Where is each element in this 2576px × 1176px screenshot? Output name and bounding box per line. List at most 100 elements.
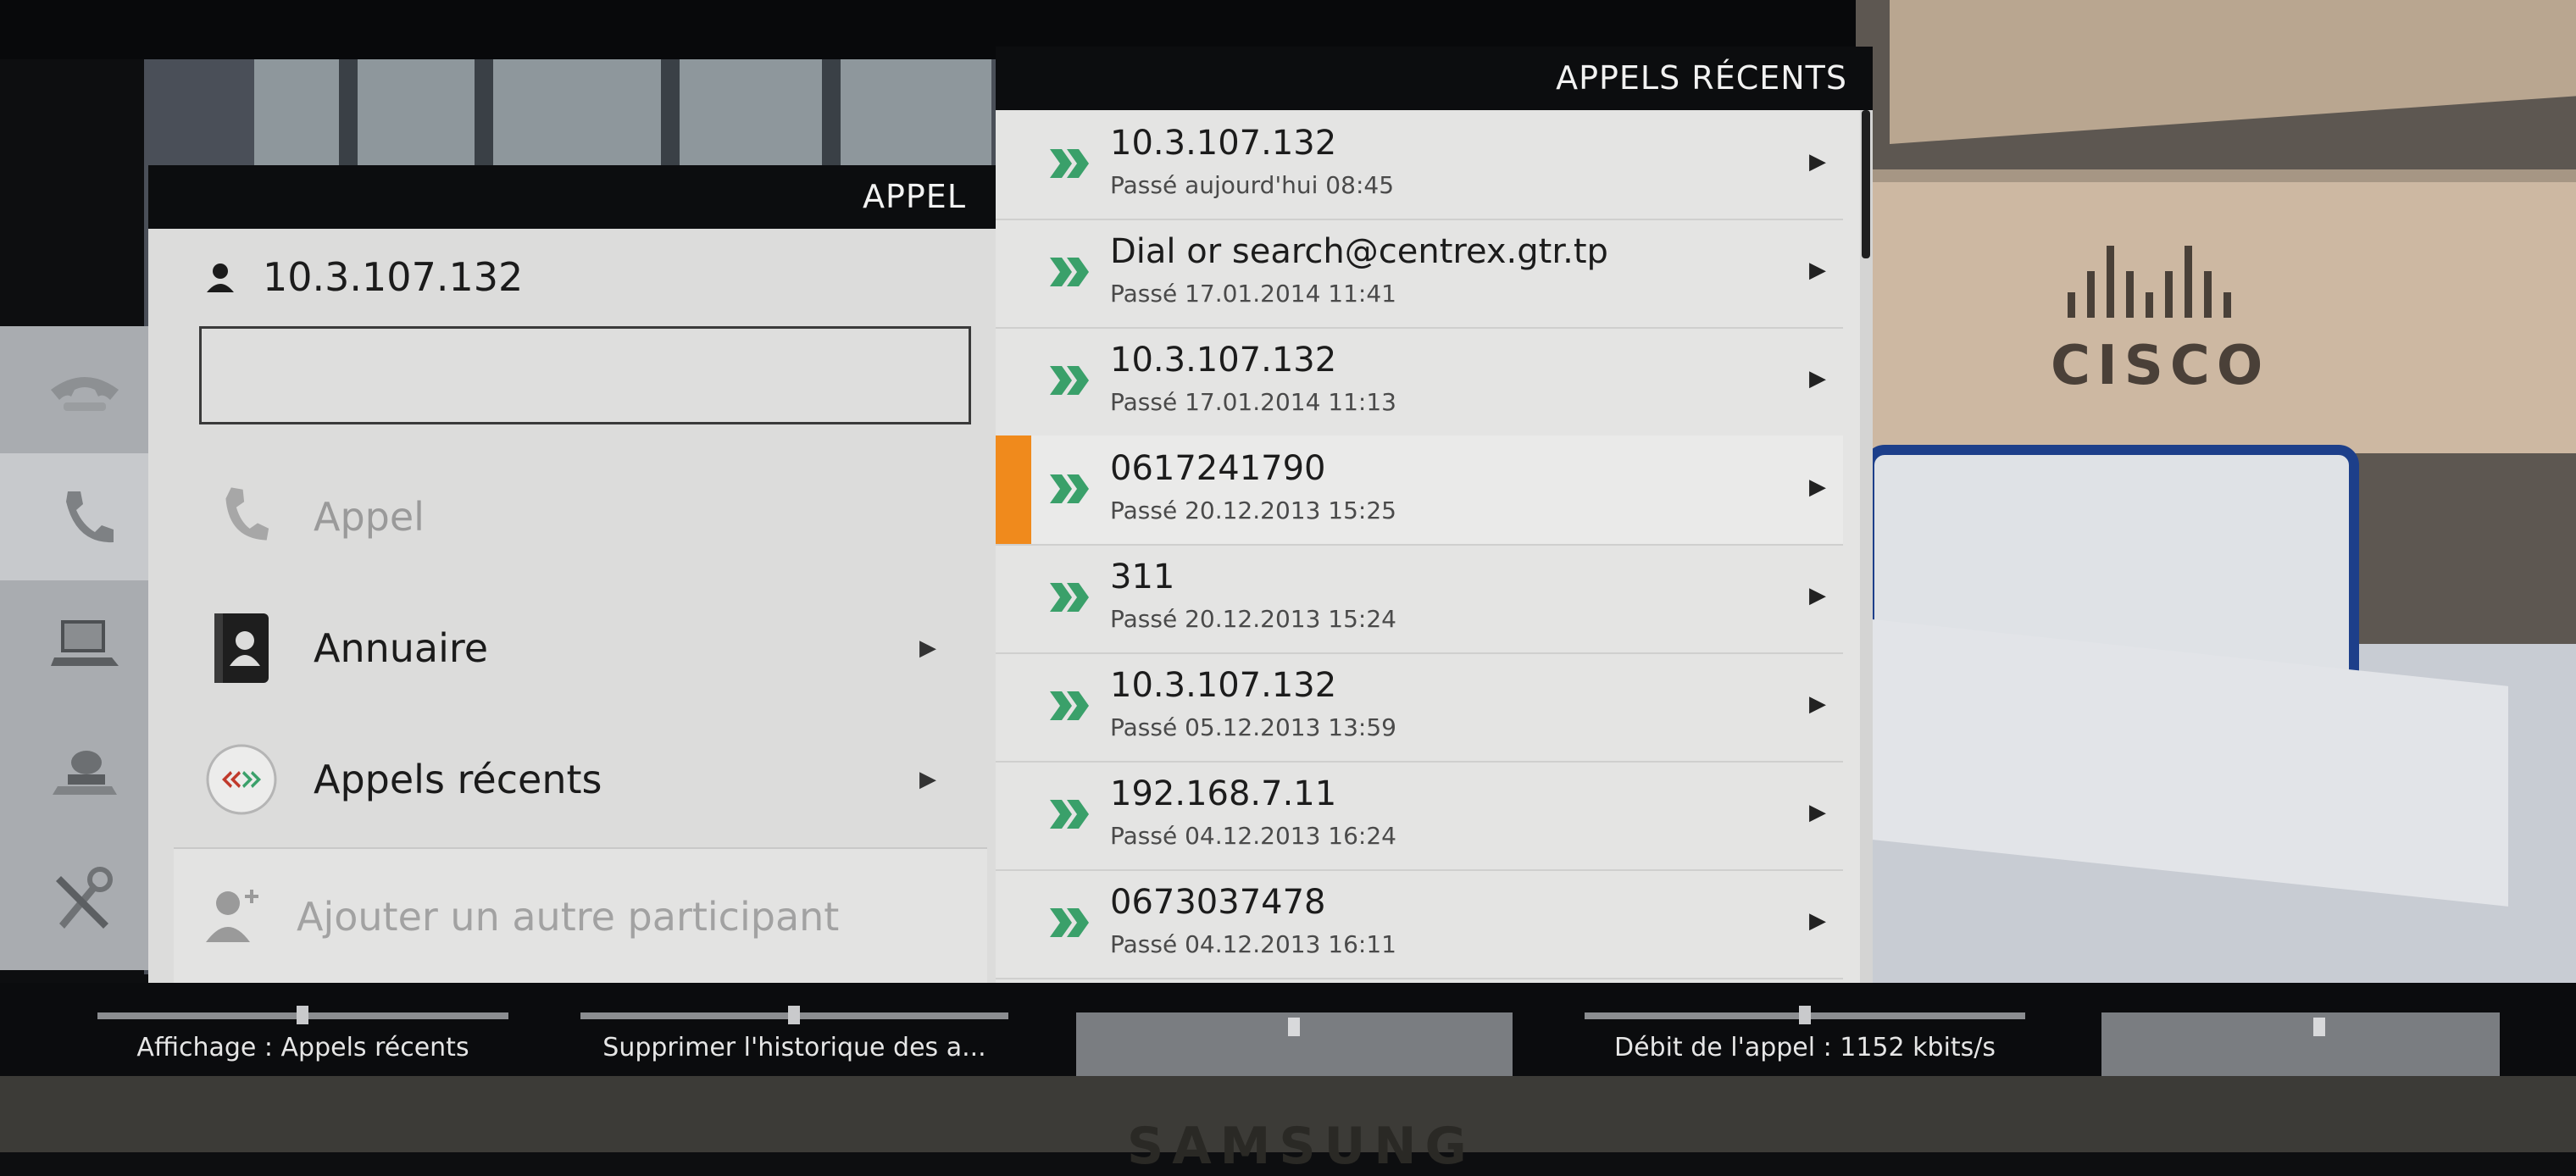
softkey-marker [1799, 1006, 1811, 1024]
dial-search-input[interactable] [199, 326, 971, 424]
softkey-empty-1[interactable] [1076, 1012, 1513, 1076]
recent-call-number: Dial or search@centrex.gtr.tp [1110, 232, 1608, 271]
chevron-right-icon: ▶ [1809, 474, 1826, 500]
directory-menu-item[interactable]: Annuaire ▶ [199, 593, 962, 703]
rail-item-call[interactable] [0, 453, 169, 580]
directory-label: Annuaire [314, 625, 489, 671]
recent-calls-menu-item[interactable]: Appels récents ▶ [199, 724, 962, 835]
outgoing-call-icon [1050, 474, 1089, 503]
outgoing-call-icon [1050, 691, 1089, 720]
left-icon-rail [0, 326, 169, 970]
recent-call-number: 0673037478 [1110, 883, 1326, 922]
recent-call-detail: Passé 04.12.2013 16:24 [1110, 822, 1396, 850]
recent-calls-icon [199, 737, 284, 822]
recent-calls-title: APPELS RÉCENTS [996, 47, 1873, 110]
recent-call-detail: Passé 17.01.2014 11:13 [1110, 388, 1396, 416]
chevron-right-icon: ▶ [1809, 258, 1826, 283]
recent-call-number: 0617241790 [1110, 449, 1326, 488]
chevron-right-icon: ▶ [1809, 366, 1826, 391]
selection-indicator [996, 435, 1031, 544]
scrollbar[interactable] [1860, 110, 1873, 983]
recent-call-row[interactable]: 311 Passé 20.12.2013 15:24 ▶ [996, 544, 1843, 654]
softkey-view-label: Affichage : Appels récents [136, 1033, 469, 1062]
laptop-icon [51, 620, 119, 666]
recent-call-detail: Passé 05.12.2013 13:59 [1110, 713, 1396, 741]
window-mullion [822, 59, 841, 178]
call-button[interactable]: Appel [199, 462, 962, 572]
add-participant-button[interactable]: Ajouter un autre participant [174, 847, 987, 985]
softkey-marker [1288, 1018, 1300, 1036]
outgoing-call-icon [1050, 908, 1089, 937]
background-window [254, 59, 991, 178]
recent-calls-panel: APPELS RÉCENTS 10.3.107.132 Passé aujourd… [996, 47, 1873, 983]
softkey-marker [2313, 1018, 2325, 1036]
handset-icon [51, 377, 119, 411]
recent-call-row[interactable]: 10.3.107.132 Passé 05.12.2013 13:59 ▶ [996, 652, 1843, 763]
rail-item-camera[interactable] [0, 707, 169, 835]
softkey-view[interactable]: Affichage : Appels récents [97, 1006, 508, 1076]
softkey-marker [297, 1006, 308, 1024]
recent-call-detail: Passé 20.12.2013 15:24 [1110, 605, 1396, 633]
chevron-right-icon: ▶ [1809, 149, 1826, 175]
recent-call-row[interactable]: 10.3.107.132 Passé aujourd'hui 08:45 ▶ [996, 110, 1843, 220]
call-panel-body: 10.3.107.132 Appel Annuaire ▶ Appels réc… [148, 229, 996, 985]
softkey-clear-history-label: Supprimer l'historique des a... [602, 1033, 986, 1062]
person-icon [207, 263, 234, 292]
scrollbar-thumb[interactable] [1862, 110, 1870, 258]
directory-icon [199, 606, 284, 691]
recent-call-number: 10.3.107.132 [1110, 124, 1337, 163]
chevron-right-icon: ▶ [919, 767, 936, 792]
chevron-right-icon: ▶ [919, 635, 936, 661]
call-destination: 10.3.107.132 [203, 247, 523, 307]
outgoing-call-icon [1050, 258, 1089, 286]
cisco-logo: CISCO [2051, 225, 2305, 411]
chevron-right-icon: ▶ [1809, 691, 1826, 717]
chevron-right-icon: ▶ [1809, 908, 1826, 934]
softkey-clear-history[interactable]: Supprimer l'historique des a... [580, 1006, 1008, 1076]
outgoing-call-icon [1050, 149, 1089, 178]
call-button-label: Appel [314, 494, 425, 540]
rail-item-handset[interactable] [0, 326, 169, 453]
outgoing-call-icon [1050, 800, 1089, 829]
monitor-brand-logo: SAMSUNG [1127, 1117, 1475, 1176]
add-person-icon [199, 881, 267, 952]
call-panel: APPEL 10.3.107.132 Appel Annuaire ▶ Appe… [148, 165, 996, 985]
destination-address: 10.3.107.132 [263, 254, 524, 300]
chevron-right-icon: ▶ [1809, 583, 1826, 608]
recent-call-detail: Passé 17.01.2014 11:41 [1110, 280, 1396, 308]
recent-call-number: 10.3.107.132 [1110, 341, 1337, 380]
softkey-bitrate[interactable]: Débit de l'appel : 1152 kbits/s [1585, 1006, 2025, 1076]
camera-icon [53, 751, 117, 795]
recent-call-detail: Passé 04.12.2013 16:11 [1110, 930, 1396, 958]
recent-call-detail: Passé 20.12.2013 15:25 [1110, 496, 1396, 524]
recent-calls-label: Appels récents [314, 757, 602, 802]
recent-call-row[interactable]: 0673037478 Passé 04.12.2013 16:11 ▶ [996, 869, 1843, 979]
recent-call-row[interactable]: 192.168.7.11 Passé 04.12.2013 16:24 ▶ [996, 761, 1843, 871]
recent-call-row[interactable]: Dial or search@centrex.gtr.tp Passé 17.01… [996, 219, 1843, 329]
recent-call-row[interactable]: 10.3.107.132 Passé 17.01.2014 11:13 ▶ [996, 327, 1843, 437]
recent-calls-list: 10.3.107.132 Passé aujourd'hui 08:45 ▶ Dial… [996, 110, 1873, 983]
recent-call-number: 192.168.7.11 [1110, 774, 1337, 813]
outgoing-call-icon [1050, 366, 1089, 395]
softkey-empty-2[interactable] [2101, 1012, 2500, 1076]
recent-call-number: 10.3.107.132 [1110, 666, 1337, 705]
call-icon [66, 491, 114, 543]
recent-call-detail: Passé aujourd'hui 08:45 [1110, 171, 1395, 199]
softkey-bitrate-label: Débit de l'appel : 1152 kbits/s [1613, 1033, 1996, 1062]
recent-call-row[interactable]: 0617241790 Passé 20.12.2013 15:25 ▶ [996, 435, 1843, 546]
add-participant-label: Ajouter un autre participant [297, 894, 840, 940]
rail-item-presentation[interactable] [0, 580, 169, 707]
cisco-logo-bars [2068, 225, 2305, 318]
outgoing-call-icon [1050, 583, 1089, 612]
settings-tools-icon [56, 867, 113, 929]
rail-item-settings[interactable] [0, 835, 169, 962]
recent-call-number: 311 [1110, 557, 1175, 596]
window-mullion [475, 59, 493, 178]
phone-icon [199, 474, 284, 559]
softkey-block [2101, 1012, 2500, 1076]
cisco-logo-text: CISCO [2051, 335, 2270, 397]
softkey-marker [788, 1006, 800, 1024]
call-panel-title: APPEL [148, 165, 996, 229]
window-mullion [339, 59, 358, 178]
chevron-right-icon: ▶ [1809, 800, 1826, 825]
